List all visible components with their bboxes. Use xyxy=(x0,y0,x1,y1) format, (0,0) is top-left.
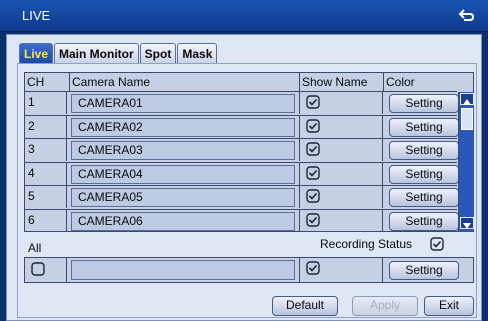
tab-bar: Live Main Monitor Spot Mask xyxy=(19,43,218,63)
show-name-cell xyxy=(299,115,383,138)
camera-name-field[interactable]: CAMERA06 xyxy=(71,211,295,231)
show-name-checkbox[interactable] xyxy=(306,142,320,156)
all-label: All xyxy=(28,241,42,255)
tab-live[interactable]: Live xyxy=(19,43,54,63)
settings-panel: Live Main Monitor Spot Mask CH Camera Na… xyxy=(6,34,482,321)
show-name-cell xyxy=(299,92,383,114)
scrollbar[interactable] xyxy=(458,92,474,232)
all-show-name-checkbox[interactable] xyxy=(306,261,320,275)
camera-name-field[interactable]: CAMERA03 xyxy=(71,141,295,160)
title-bar: LIVE xyxy=(0,0,488,32)
table-row: 5 CAMERA05 Setting xyxy=(25,185,459,208)
window-title: LIVE xyxy=(22,8,51,23)
arrow-up-icon xyxy=(463,99,471,105)
table-row: 3 CAMERA03 Setting xyxy=(25,138,459,161)
header-color: Color xyxy=(383,73,457,91)
default-button[interactable]: Default xyxy=(272,296,338,316)
channel-number: 6 xyxy=(25,209,67,232)
channel-number: 1 xyxy=(25,92,67,114)
show-name-checkbox[interactable] xyxy=(306,95,320,109)
color-setting-button[interactable]: Setting xyxy=(389,211,459,231)
camera-name-field[interactable]: CAMERA05 xyxy=(71,188,295,207)
camera-name-field[interactable]: CAMERA04 xyxy=(71,164,295,184)
show-name-checkbox[interactable] xyxy=(306,118,320,133)
scroll-down-button[interactable] xyxy=(460,217,474,229)
header-ch: CH xyxy=(27,75,45,89)
channel-number: 3 xyxy=(25,139,67,161)
exit-button[interactable]: Exit xyxy=(424,296,474,316)
tab-content: CH Camera Name Show Name Color 1 CAMERA01… xyxy=(17,63,477,318)
table-row: 6 CAMERA06 Setting xyxy=(25,208,459,232)
channel-number: 2 xyxy=(25,115,67,138)
table-row: 1 CAMERA01 Setting xyxy=(25,91,459,114)
header-show-name: Show Name xyxy=(299,73,383,91)
color-setting-button[interactable]: Setting xyxy=(389,164,459,184)
all-ch-cell xyxy=(25,258,67,282)
scroll-thumb[interactable] xyxy=(461,108,473,130)
scroll-up-button[interactable] xyxy=(460,93,474,105)
camera-name-field[interactable]: CAMERA01 xyxy=(71,94,295,113)
recording-status-label: Recording Status xyxy=(320,237,413,251)
arrow-down-icon xyxy=(463,223,471,229)
show-name-checkbox[interactable] xyxy=(306,212,320,227)
header-camera-name: Camera Name xyxy=(69,73,299,91)
back-arrow-icon[interactable] xyxy=(456,6,476,26)
color-setting-button[interactable]: Setting xyxy=(389,94,459,113)
table-row: 2 CAMERA02 Setting xyxy=(25,114,459,138)
apply-button[interactable]: Apply xyxy=(352,296,418,316)
channel-number: 5 xyxy=(25,186,67,208)
tab-spot[interactable]: Spot xyxy=(139,43,177,63)
color-setting-button[interactable]: Setting xyxy=(389,117,459,137)
show-name-cell xyxy=(299,162,383,185)
channel-number: 4 xyxy=(25,162,67,185)
camera-name-field[interactable]: CAMERA02 xyxy=(71,117,295,137)
tab-mask[interactable]: Mask xyxy=(177,43,218,63)
show-name-cell xyxy=(299,186,383,208)
recording-status-checkbox[interactable] xyxy=(430,237,444,251)
all-name-field[interactable] xyxy=(71,260,295,280)
all-row: Setting xyxy=(24,257,474,283)
tab-main-monitor[interactable]: Main Monitor xyxy=(54,43,139,63)
all-color-setting-button[interactable]: Setting xyxy=(389,261,459,280)
camera-table: CH Camera Name Show Name Color 1 CAMERA01… xyxy=(24,72,474,232)
show-name-cell xyxy=(299,139,383,161)
show-name-checkbox[interactable] xyxy=(306,189,320,203)
all-show-cell xyxy=(299,258,383,282)
color-setting-button[interactable]: Setting xyxy=(389,141,459,160)
table-row: 4 CAMERA04 Setting xyxy=(25,161,459,185)
all-select-checkbox[interactable] xyxy=(31,262,45,276)
show-name-checkbox[interactable] xyxy=(306,165,320,180)
color-setting-button[interactable]: Setting xyxy=(389,188,459,207)
show-name-cell xyxy=(299,209,383,232)
